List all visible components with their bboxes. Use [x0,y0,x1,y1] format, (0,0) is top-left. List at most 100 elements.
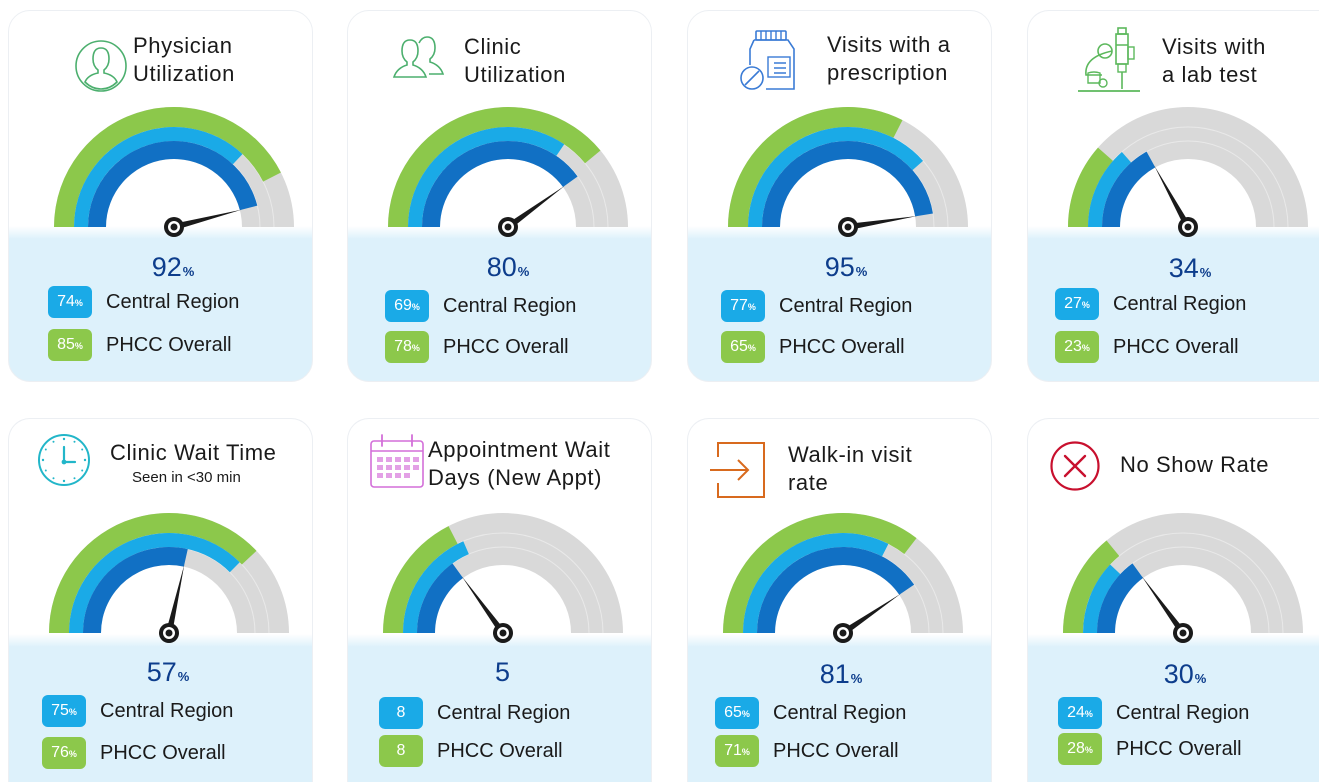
badge-unit: % [741,709,750,719]
phcc-overall-badge: 76% [42,737,86,769]
clock-icon [36,432,92,493]
card-title: Clinic Utilization [464,33,566,89]
card-title: Appointment Wait Days (New Appt) [428,436,610,492]
central-region-label: Central Region [443,295,577,317]
title-line: Clinic Wait Time [110,440,277,465]
gauge [383,513,623,643]
phcc-overall-label: PHCC Overall [437,740,563,762]
main-value: 30% [1125,659,1245,694]
phcc-overall-badge: 23% [1055,331,1099,363]
phcc-overall-badge: 28% [1058,733,1102,765]
calendar-icon [368,433,426,494]
badge-value: 24 [1067,704,1085,721]
person-icon [73,35,129,102]
central-region-badge: 77% [721,290,765,322]
main-value-number: 81 [819,659,850,689]
gauge [1068,107,1308,237]
gauge [49,513,289,643]
gauge [728,107,968,237]
badge-value: 69 [394,297,412,314]
central-region-badge: 65% [715,697,759,729]
card-subtitle: Seen in <30 min [132,469,241,486]
main-value-unit: % [855,264,868,279]
phcc-overall-label: PHCC Overall [779,336,905,358]
kpi-card-no-show-rate: No Show Rate 30% 24% Central Region 28% … [1027,418,1319,782]
badge-value: 78 [394,338,412,355]
title-line: No Show Rate [1120,452,1270,477]
gauge [1063,513,1303,643]
sign-in-icon [708,439,770,506]
badge-unit: % [411,343,420,353]
badge-value: 85 [57,336,75,353]
main-value: 80% [448,252,568,287]
needle-hub-center [1179,629,1187,637]
title-line: Visits with a [827,32,951,57]
phcc-overall-badge: 78% [385,331,429,363]
badge-value: 75 [51,702,69,719]
central-region-label: Central Region [1113,293,1247,315]
badge-value: 77 [730,297,748,314]
title-line: a lab test [1162,62,1258,87]
phcc-overall-label: PHCC Overall [443,336,569,358]
gauge [54,107,294,237]
phcc-overall-badge: 71% [715,735,759,767]
kpi-card-appointment-wait-days: Appointment Wait Days (New Appt) 5 8 Cen… [347,418,652,782]
main-value-unit: % [182,264,195,279]
title-line: Appointment Wait [428,437,611,462]
main-value-number: 92 [151,252,182,282]
central-region-badge: 74% [48,286,92,318]
title-line: Utilization [464,62,566,87]
badge-unit: % [1084,745,1093,755]
central-region-label: Central Region [1116,702,1250,724]
main-value-number: 34 [1168,253,1199,283]
badge-unit: % [411,302,420,312]
needle-hub-center [499,629,507,637]
phcc-overall-badge: 85% [48,329,92,361]
badge-unit: % [1081,300,1090,310]
main-value-number: 5 [494,657,511,687]
badge-unit: % [1084,709,1093,719]
title-line: Days (New Appt) [428,465,603,490]
badge-value: 65 [730,338,748,355]
central-region-badge: 8 [379,697,423,729]
needle-hub-center [504,223,512,231]
phcc-overall-label: PHCC Overall [773,740,899,762]
title-line: prescription [827,60,948,85]
main-value-unit: % [517,264,530,279]
title-line: Walk-in visit [788,442,913,467]
card-title: Visits with a prescription [827,31,951,87]
main-value-unit: % [1199,265,1212,280]
main-value-number: 57 [146,657,177,687]
badge-unit: % [68,707,77,717]
card-title: Physician Utilization [133,32,235,88]
main-value: 92% [113,252,233,287]
needle-hub-center [839,629,847,637]
main-value: 5 [443,657,563,692]
needle-hub-center [844,223,852,231]
microscope-icon [1074,25,1144,102]
card-title: Visits with a lab test [1162,33,1266,89]
badge-value: 8 [396,742,406,759]
badge-value: 65 [724,704,742,721]
main-value-unit: % [177,669,190,684]
card-title: Walk-in visit rate [788,441,912,497]
badge-value: 76 [51,744,69,761]
badge-unit: % [747,302,756,312]
central-region-label: Central Region [437,702,571,724]
main-value-number: 80 [486,252,517,282]
badge-unit: % [1081,343,1090,353]
main-value-unit: % [1194,671,1207,686]
kpi-card-visits-lab-test: Visits with a lab test 34% 27% Central R… [1027,10,1319,382]
gauge [723,513,963,643]
badge-unit: % [747,343,756,353]
central-region-label: Central Region [779,295,913,317]
phcc-overall-label: PHCC Overall [1113,336,1239,358]
badge-value: 71 [724,742,742,759]
main-value-number: 95 [824,252,855,282]
kpi-card-clinic-utilization: Clinic Utilization 80% 69% Central Regio… [347,10,652,382]
badge-unit: % [74,298,83,308]
phcc-overall-label: PHCC Overall [1116,738,1242,760]
main-value-number: 30 [1163,659,1194,689]
central-region-label: Central Region [773,702,907,724]
main-value-unit: % [850,671,863,686]
